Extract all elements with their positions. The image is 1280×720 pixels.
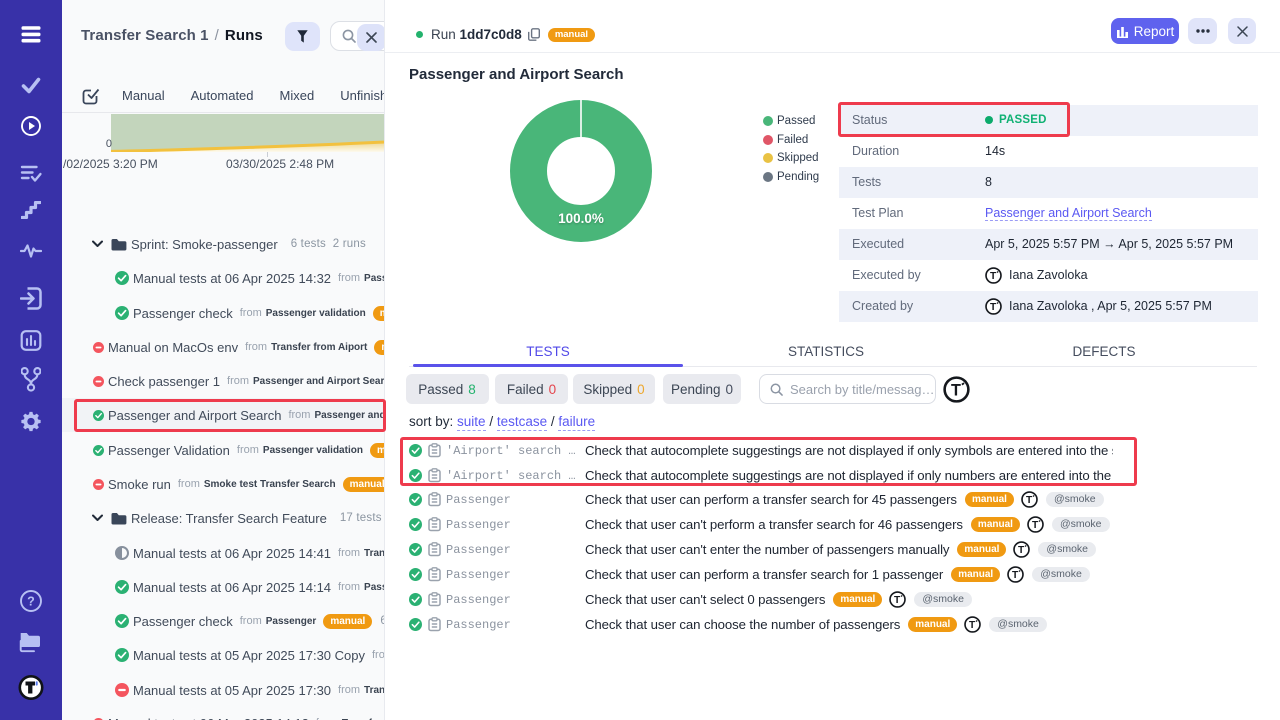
svg-text:?: ? xyxy=(27,595,35,609)
